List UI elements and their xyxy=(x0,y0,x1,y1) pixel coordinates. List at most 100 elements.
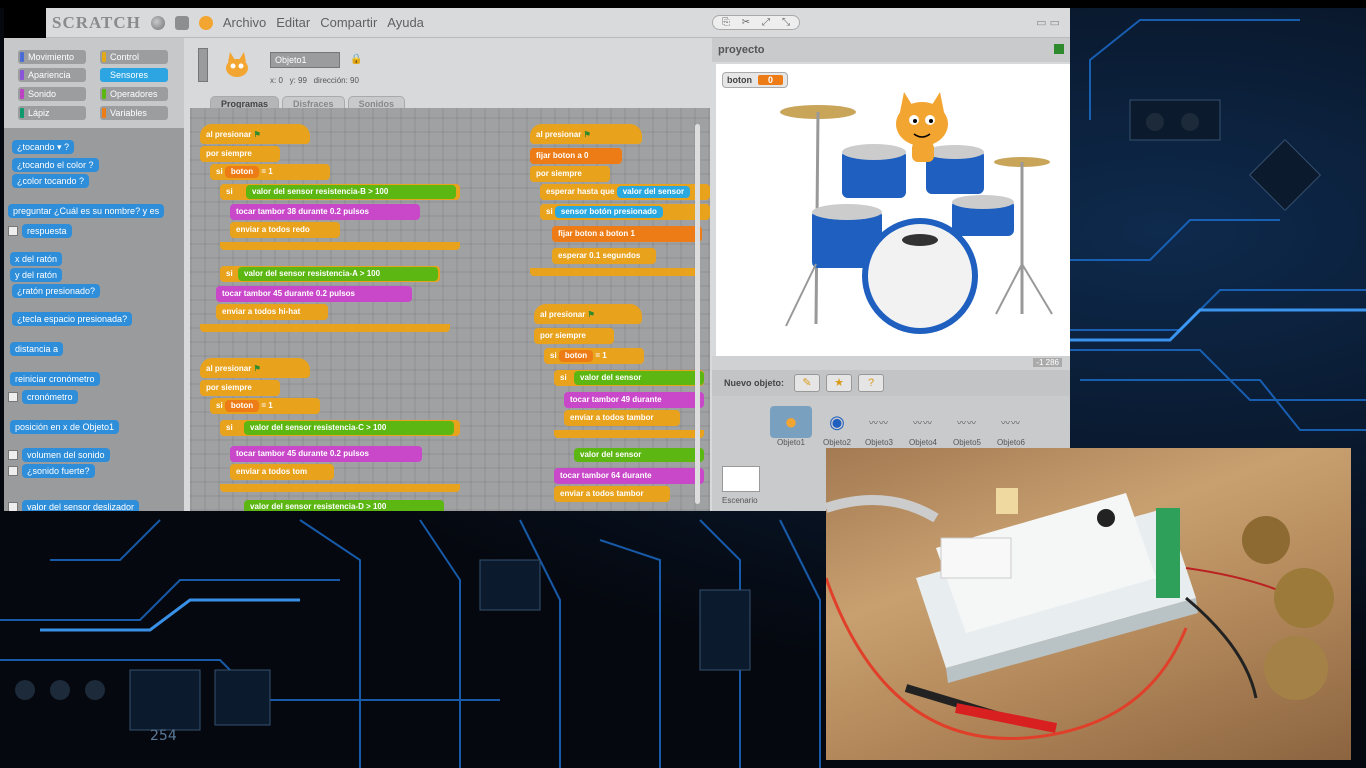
palette-block[interactable]: y del ratón xyxy=(10,268,63,282)
block-text: valor del sensor xyxy=(250,502,312,511)
palette-block[interactable]: respuesta xyxy=(22,224,72,238)
sensor-compare[interactable]: valor del sensor xyxy=(574,448,704,462)
forever-block[interactable]: por siempre xyxy=(200,380,280,396)
wait-block[interactable]: esperar 0.1 segundos xyxy=(552,248,656,264)
save-icon[interactable] xyxy=(174,15,189,30)
play-drum-block[interactable]: tocar tambor 49 durante xyxy=(564,392,704,408)
palette-block[interactable]: ¿color tocando ? xyxy=(12,174,90,188)
palette-block[interactable]: distancia a xyxy=(10,342,64,356)
set-variable-block[interactable]: fijar boton a boton 1 xyxy=(552,226,702,242)
duplicate-icon[interactable]: ⎘ xyxy=(717,17,735,28)
broadcast-block[interactable]: enviar a todos tambor xyxy=(554,486,670,502)
choose-sprite-icon[interactable]: ★ xyxy=(826,374,852,392)
shrink-icon[interactable]: ⤡ xyxy=(777,17,795,28)
sensor-compare[interactable]: valor del sensor resistencia-A > 100 xyxy=(238,267,438,281)
category-movimiento[interactable]: Movimiento xyxy=(18,50,86,64)
category-sensores[interactable]: Sensores xyxy=(100,68,168,82)
project-title: proyecto xyxy=(718,44,765,56)
checkbox[interactable] xyxy=(8,450,18,460)
sprite-thumbnail[interactable]: 〰〰 Objeto5 xyxy=(946,406,988,448)
play-drum-block[interactable]: tocar tambor 38 durante 0.2 pulsos xyxy=(230,204,420,220)
play-drum-block[interactable]: tocar tambor 64 durante xyxy=(554,468,704,484)
share-cat-icon[interactable] xyxy=(198,15,213,30)
grow-icon[interactable]: ⤢ xyxy=(757,17,775,28)
sprite-thumbnail[interactable]: 〰〰 Objeto3 xyxy=(858,406,900,448)
when-flag-block[interactable]: al presionar ⚑ xyxy=(200,358,310,378)
stage-canvas[interactable]: boton 0 xyxy=(716,64,1070,356)
forever-block[interactable]: por siempre xyxy=(530,166,610,182)
sensor-compare[interactable]: valor del sensor xyxy=(574,371,704,385)
sensor-compare[interactable]: valor del sensor resistencia-C > 100 xyxy=(244,421,454,435)
sensor-compare[interactable]: valor del sensor resistencia-B > 100 xyxy=(246,185,456,199)
block-text: 100 xyxy=(374,187,389,196)
palette-block[interactable]: ¿tocando ▾ ? xyxy=(12,140,75,154)
paint-sprite-icon[interactable]: ✎ xyxy=(794,374,820,392)
green-flag-button[interactable] xyxy=(1054,44,1064,54)
if-block[interactable]: si boton = 1 xyxy=(544,348,644,364)
if-block[interactable]: si boton = 1 xyxy=(210,164,330,180)
palette-block[interactable]: preguntar ¿Cuál es su nombre? y es xyxy=(8,204,165,218)
forever-block[interactable]: por siempre xyxy=(534,328,614,344)
sprite-thumbnail[interactable]: 〰〰 Objeto6 xyxy=(990,406,1032,448)
block-palette: ¿tocando ▾ ? ¿tocando el color ? ¿color … xyxy=(4,128,184,511)
if-block[interactable]: si sensor botón presionado xyxy=(540,204,710,220)
play-drum-block[interactable]: tocar tambor 45 durante 0.2 pulsos xyxy=(216,286,412,302)
rotation-style-buttons[interactable] xyxy=(198,48,208,82)
palette-block[interactable]: volumen del sonido xyxy=(22,448,110,462)
category-operadores[interactable]: Operadores xyxy=(100,87,168,101)
checkbox[interactable] xyxy=(8,392,18,402)
wait-until-block[interactable]: esperar hasta que valor del sensor xyxy=(540,184,710,200)
category-sonido[interactable]: Sonido xyxy=(18,87,86,101)
stage-thumbnail[interactable] xyxy=(722,466,760,492)
category-variables[interactable]: Variables xyxy=(100,106,168,120)
category-lapiz[interactable]: Lápiz xyxy=(18,106,86,120)
sprite-name-field[interactable]: Objeto1 xyxy=(270,52,340,68)
sprite-thumbnail[interactable]: 〰〰 Objeto4 xyxy=(902,406,944,448)
checkbox[interactable] xyxy=(8,226,18,236)
palette-block[interactable]: ¿tocando el color ? xyxy=(12,158,99,172)
category-apariencia[interactable]: Apariencia xyxy=(18,68,86,82)
broadcast-block[interactable]: enviar a todos tambor xyxy=(564,410,680,426)
menu-archivo[interactable]: Archivo xyxy=(223,15,266,30)
sprite-label: Objeto6 xyxy=(996,438,1026,447)
broadcast-block[interactable]: enviar a todos tom xyxy=(230,464,334,480)
when-flag-block[interactable]: al presionar ⚑ xyxy=(530,124,642,144)
broadcast-block[interactable]: enviar a todos hi-hat xyxy=(216,304,328,320)
sensor-reporter: sensor botón presionado xyxy=(554,206,663,218)
play-drum-block[interactable]: tocar tambor 45 durante 0.2 pulsos xyxy=(230,446,422,462)
menu-ayuda[interactable]: Ayuda xyxy=(387,15,424,30)
sprite-thumbnail[interactable]: ◉ Objeto2 xyxy=(816,406,858,448)
broadcast-block[interactable]: enviar a todos redo xyxy=(230,222,340,238)
block-text: boton xyxy=(606,229,629,238)
globe-icon[interactable] xyxy=(150,15,165,30)
palette-block[interactable]: valor del sensor deslizador xyxy=(22,500,140,511)
palette-block[interactable]: ¿tecla espacio presionada? xyxy=(12,312,133,326)
block-text: si xyxy=(226,423,233,432)
when-flag-block[interactable]: al presionar ⚑ xyxy=(534,304,642,324)
palette-block[interactable]: x del ratón xyxy=(10,252,63,266)
stage-mode-icons[interactable]: ▭ ▭ xyxy=(1036,16,1060,29)
forever-block[interactable]: por siempre xyxy=(200,146,280,162)
if-block[interactable]: si boton = 1 xyxy=(210,398,320,414)
category-control[interactable]: Control xyxy=(100,50,168,64)
scripts-scrollbar[interactable] xyxy=(695,124,700,504)
sensor-compare[interactable]: valor del sensor resistencia-D > 100 xyxy=(244,500,444,511)
sprite-thumbnail[interactable]: ● Objeto1 xyxy=(770,406,812,447)
block-text: enviar a todos xyxy=(236,467,291,476)
checkbox[interactable] xyxy=(8,502,18,511)
random-sprite-icon[interactable]: ? xyxy=(858,374,884,392)
when-flag-block[interactable]: al presionar ⚑ xyxy=(200,124,310,144)
palette-block[interactable]: reiniciar cronómetro xyxy=(10,372,100,386)
set-variable-block[interactable]: fijar boton a 0 xyxy=(530,148,622,164)
menu-editar[interactable]: Editar xyxy=(276,15,310,30)
block-text: pulsos xyxy=(329,289,355,298)
palette-block[interactable]: cronómetro xyxy=(22,390,78,404)
block-text: valor del sensor xyxy=(250,423,312,432)
palette-block[interactable]: ¿sonido fuerte? xyxy=(22,464,95,478)
palette-block[interactable]: ¿ratón presionado? xyxy=(12,284,101,298)
lock-icon[interactable]: 🔒 xyxy=(350,54,362,65)
palette-block[interactable]: posición en x de Objeto1 xyxy=(10,420,120,434)
checkbox[interactable] xyxy=(8,466,18,476)
menu-compartir[interactable]: Compartir xyxy=(320,15,377,30)
cut-icon[interactable]: ✂ xyxy=(737,17,755,28)
